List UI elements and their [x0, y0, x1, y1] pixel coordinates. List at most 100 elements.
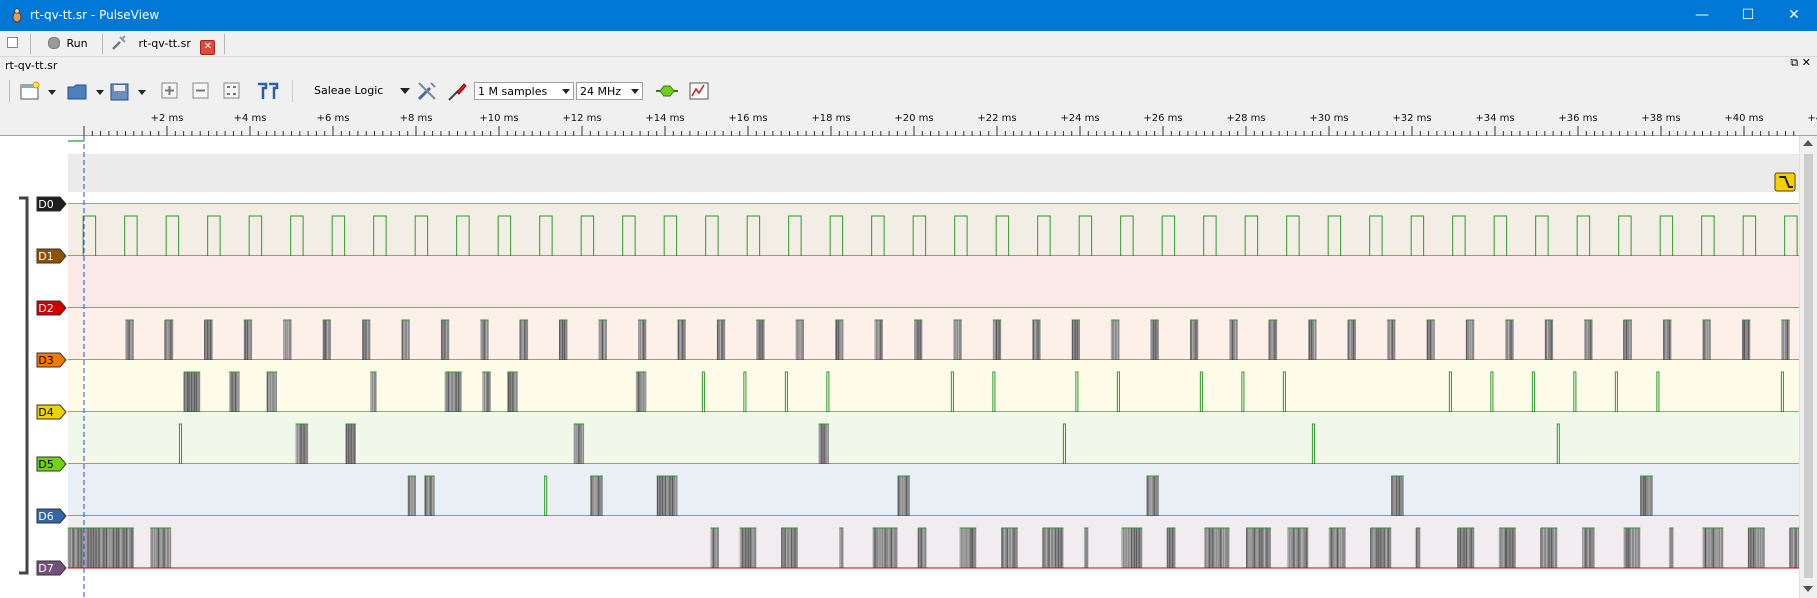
channel-header-d7[interactable]: D7 [36, 560, 67, 576]
channel-header-d1[interactable]: D1 [36, 248, 67, 264]
ruler-tick-label: +34 ms [1475, 113, 1514, 124]
channel-name-label: D2 [38, 302, 53, 315]
main-toolbar: Saleae Logic 1 M samples 24 MHz [0, 74, 1817, 108]
sample-count-combo[interactable]: 1 M samples [474, 82, 574, 100]
device-selector[interactable]: Saleae Logic [298, 82, 412, 100]
add-device-button[interactable] [18, 80, 58, 102]
add-math-signal-button[interactable] [688, 80, 712, 102]
ruler-tick-label: +10 ms [479, 113, 518, 124]
channel-name-label: D5 [38, 458, 53, 471]
sample-rate-value: 24 MHz [580, 85, 622, 98]
toolbar-grip [9, 80, 10, 102]
tab-separator [102, 34, 103, 54]
trace-canvas[interactable]: D0 D1 D2 D3 D4 D5 D6 D7 [0, 136, 1817, 598]
toolbar-separator [292, 80, 293, 102]
zoom-out-button[interactable] [191, 80, 211, 102]
session-tab-label: rt-qv-tt.sr [138, 37, 191, 50]
channel-name-label: D6 [38, 510, 53, 523]
ruler-tick-label: +38 ms [1641, 113, 1680, 124]
sample-count-dropdown-icon [562, 89, 570, 94]
ruler-tick-label: +26 ms [1143, 113, 1182, 124]
probe-config-button[interactable] [446, 80, 468, 102]
ruler-tick-label: +36 ms [1558, 113, 1597, 124]
session-tab-bar: Run rt-qv-tt.sr ✕ [0, 31, 1817, 57]
trace-lane-d4[interactable] [68, 360, 1800, 413]
close-tab-icon[interactable]: ✕ [200, 40, 216, 55]
device-label: Saleae Logic [314, 84, 384, 97]
run-label: Run [66, 37, 88, 50]
run-button[interactable]: Run [48, 35, 88, 53]
channel-name-label: D1 [38, 250, 53, 263]
sample-rate-combo[interactable]: 24 MHz [576, 82, 643, 100]
ruler-tick-label: +28 ms [1226, 113, 1265, 124]
ruler-tick-label: +32 ms [1392, 113, 1431, 124]
channel-header-d4[interactable]: D4 [36, 404, 67, 420]
vertical-scrollbar[interactable] [1799, 136, 1817, 598]
open-file-button[interactable] [66, 80, 106, 102]
ruler-tick-label: +8 ms [400, 113, 433, 124]
falling-edge-trigger-icon[interactable] [1774, 172, 1796, 192]
channel-name-label: D3 [38, 354, 53, 367]
channel-header-d0[interactable]: D0 [36, 196, 67, 212]
trace-header-area [68, 136, 1800, 154]
ruler-ticks: +2 ms +4 ms +6 ms +8 ms +10 ms +12 ms +14 ms +1… [83, 113, 1817, 136]
maximize-button[interactable]: ☐ [1725, 0, 1771, 31]
scroll-up-icon[interactable] [1803, 140, 1813, 146]
channel-lanes [67, 203, 1800, 569]
time-ruler[interactable]: +2 ms +4 ms +6 ms +8 ms +10 ms +12 ms +14 ms +1… [0, 108, 1817, 136]
sample-count-value: 1 M samples [478, 85, 548, 98]
minimize-button[interactable]: — [1679, 0, 1725, 31]
ruler-tick-label: +16 ms [728, 113, 767, 124]
trace-lane-d7[interactable] [67, 516, 1800, 569]
zoom-fit-button[interactable] [222, 80, 242, 102]
trace-lane-d2[interactable] [68, 256, 1800, 309]
ruler-tick-label: +22 ms [977, 113, 1016, 124]
session-doc-label: rt-qv-tt.sr [5, 59, 58, 72]
scroll-down-icon[interactable] [1803, 586, 1813, 592]
save-file-button[interactable] [108, 80, 148, 102]
trace-background-top [68, 154, 1800, 192]
channel-name-label: D0 [38, 198, 53, 211]
new-star-icon [32, 81, 40, 89]
tab-separator [224, 34, 225, 54]
channel-header-d3[interactable]: D3 [36, 352, 67, 368]
tab-separator [30, 34, 31, 54]
ruler-tick-label: +20 ms [894, 113, 933, 124]
trace-lane-d5[interactable] [68, 412, 1800, 465]
ruler-tick-label: +40 ms [1724, 113, 1763, 124]
show-cursors-button[interactable] [255, 80, 283, 102]
close-button[interactable]: ✕ [1771, 0, 1817, 31]
new-session-checkbox[interactable] [7, 37, 18, 48]
trace-lane-d3[interactable] [68, 308, 1800, 361]
ruler-tick-label: +12 ms [562, 113, 601, 124]
ruler-tick-label: +2 ms [151, 113, 184, 124]
channel-group-bracket [19, 196, 29, 575]
sample-rate-dropdown-icon [631, 89, 639, 94]
add-decoder-button[interactable] [654, 80, 680, 102]
channel-name-label: D7 [38, 562, 53, 575]
scrollbar-thumb[interactable] [1804, 154, 1813, 578]
channel-header-d6[interactable]: D6 [36, 508, 67, 524]
trace-lane-d6[interactable] [68, 464, 1800, 517]
ruler-tick-label: +4 ms [234, 113, 267, 124]
wrench-icon [112, 35, 126, 50]
channel-name-label: D4 [38, 406, 53, 419]
ruler-tick-label: +30 ms [1309, 113, 1348, 124]
trace-lane-d1[interactable] [68, 204, 1800, 257]
ruler-tick-label: +42 ms [1807, 113, 1817, 124]
ruler-tick-label: +24 ms [1060, 113, 1099, 124]
device-config-button[interactable] [416, 80, 438, 102]
device-dropdown-arrow-icon [400, 88, 410, 94]
dock-buttons[interactable]: ⧉ ✕ [1790, 56, 1811, 70]
title-bar: rt-qv-tt.sr - PulseView — ☐ ✕ [0, 0, 1817, 31]
session-tab[interactable]: rt-qv-tt.sr ✕ [111, 35, 216, 55]
window-title: rt-qv-tt.sr - PulseView [30, 8, 160, 22]
ruler-tick-label: +6 ms [317, 113, 350, 124]
trace-view[interactable]: D0 D1 D2 D3 D4 D5 D6 D7 [0, 136, 1817, 598]
channel-header-d5[interactable]: D5 [36, 456, 67, 472]
channel-header-d2[interactable]: D2 [36, 300, 67, 316]
ruler-tick-label: +14 ms [645, 113, 684, 124]
ruler-tick-label: +18 ms [811, 113, 850, 124]
zoom-in-button[interactable] [160, 80, 180, 102]
pulseview-app-icon [12, 8, 22, 23]
